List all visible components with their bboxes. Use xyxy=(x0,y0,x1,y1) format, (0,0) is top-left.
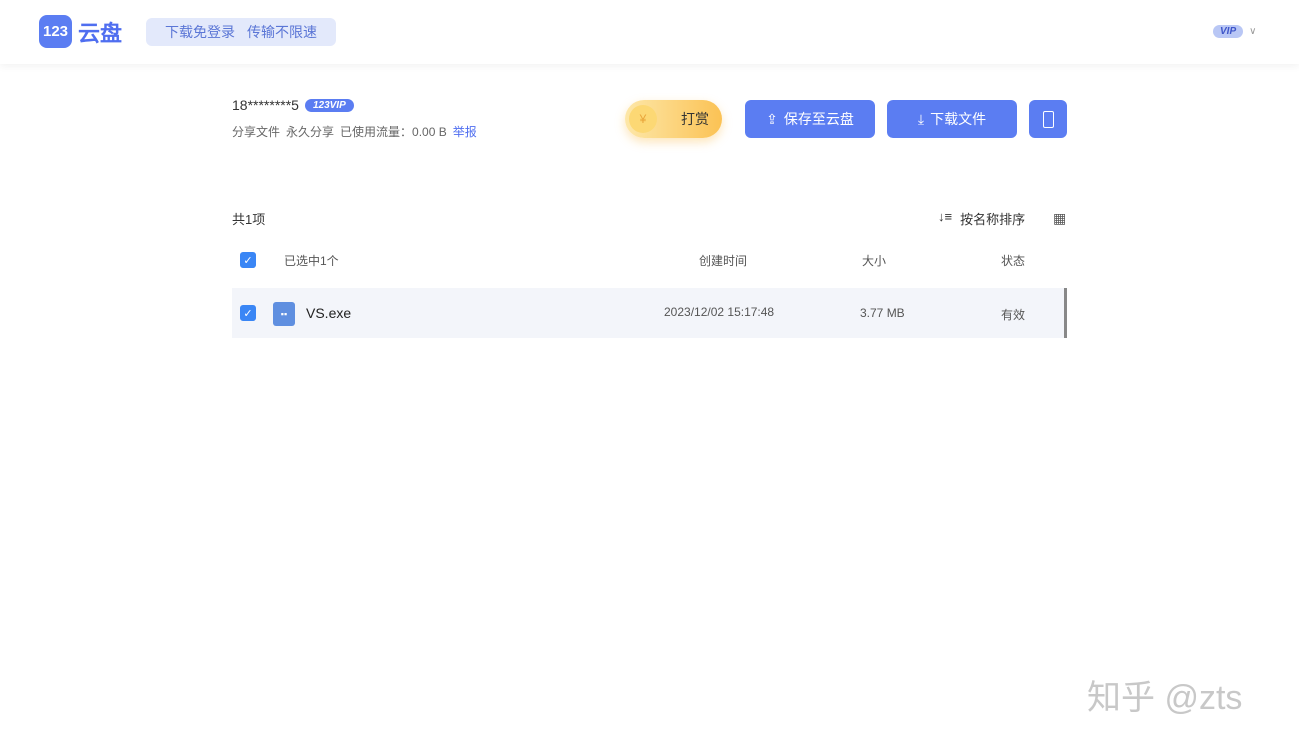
grid-view-icon[interactable]: ▦ xyxy=(1053,210,1066,227)
save-label: 保存至云盘 xyxy=(783,111,854,127)
phone-icon xyxy=(1042,110,1054,128)
upload-icon: ⇪ xyxy=(766,110,778,127)
download-button[interactable]: ⤓ 下载文件 xyxy=(887,100,1017,138)
logo-text: 云盘 xyxy=(78,20,123,46)
meta-type: 分享文件 xyxy=(232,125,281,139)
file-name[interactable]: VS.exe xyxy=(306,305,351,321)
sort-icon: ↓≡ xyxy=(938,209,953,224)
chevron-down-icon: ∨ xyxy=(1249,26,1257,37)
coin-icon: ¥ xyxy=(629,105,657,133)
file-size: 3.77 MB xyxy=(860,306,905,320)
row-checkbox[interactable]: ✓ xyxy=(240,305,256,321)
logo[interactable]: 123 云盘 xyxy=(39,15,122,48)
vip-menu[interactable]: VIP ∨ xyxy=(1213,25,1256,38)
table-row[interactable]: ✓ ▪▪ VS.exe 2023/12/02 15:17:48 3.77 MB … xyxy=(232,288,1067,338)
share-user: 18********5 123VIP xyxy=(232,97,354,113)
slogan-banner: 下载免登录 传输不限速 xyxy=(146,18,336,46)
user-name: 18********5 xyxy=(232,97,299,113)
select-all-checkbox[interactable]: ✓ xyxy=(240,252,256,268)
logo-mark: 123 xyxy=(39,15,72,48)
share-meta: 分享文件 永久分享 已使用流量：0.00 B 举报 xyxy=(232,123,477,140)
save-to-cloud-button[interactable]: ⇪ 保存至云盘 xyxy=(745,100,875,138)
sort-label: 按名称排序 xyxy=(960,212,1026,227)
sort-button[interactable]: ↓≡ 按名称排序 xyxy=(938,209,1025,228)
watermark: 知乎 @zts xyxy=(1087,679,1243,717)
file-created: 2023/12/02 15:17:48 xyxy=(664,305,775,319)
selected-count: 已选中1个 xyxy=(284,254,339,268)
exe-file-icon: ▪▪ xyxy=(273,302,295,326)
meta-duration: 永久分享 xyxy=(286,125,335,139)
download-label: 下载文件 xyxy=(930,111,987,127)
slogan-1: 下载免登录 xyxy=(165,24,235,40)
user-vip-badge: 123VIP xyxy=(304,98,354,112)
tip-label: 打赏 xyxy=(681,111,709,127)
meta-traffic: 已使用流量：0.00 B xyxy=(340,125,447,139)
column-status: 状态 xyxy=(1001,254,1026,268)
column-created[interactable]: 创建时间 xyxy=(699,252,747,269)
file-status: 有效 xyxy=(1001,308,1026,322)
mobile-button[interactable] xyxy=(1029,100,1067,138)
report-link[interactable]: 举报 xyxy=(453,123,477,140)
tip-button[interactable]: ¥ 打赏 xyxy=(625,100,722,138)
item-count: 共1项 xyxy=(232,212,266,227)
vip-badge: VIP xyxy=(1213,25,1244,38)
header: 123 云盘 下载免登录 传输不限速 VIP ∨ xyxy=(0,0,1299,64)
download-icon: ⤓ xyxy=(917,110,925,127)
column-size[interactable]: 大小 xyxy=(862,252,886,269)
slogan-2: 传输不限速 xyxy=(247,24,317,40)
